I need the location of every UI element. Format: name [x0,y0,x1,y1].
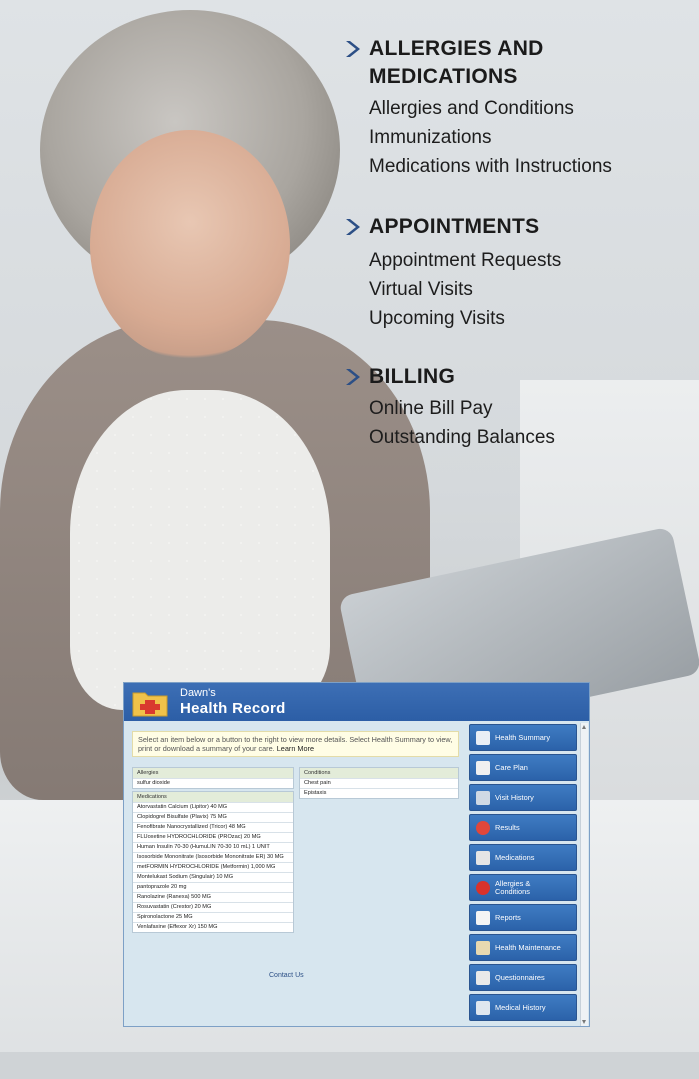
list-item[interactable]: Epistaxis [300,788,458,798]
medications-panel: Medications Atorvastatin Calcium (Lipito… [132,791,294,933]
chevron-right-icon [346,369,360,385]
results-icon [476,820,490,835]
chevron-right-icon [346,41,360,57]
list-item[interactable]: Venlafaxine (Effexor Xr) 150 MG [133,922,293,932]
nav-reports[interactable]: Reports [469,904,577,931]
list-item[interactable]: Clopidogrel Bisulfate (Plavix) 75 MG [133,812,293,822]
feature-item: Virtual Visits [369,279,473,300]
feature-item: Outstanding Balances [369,427,555,448]
list-item[interactable]: Rosuvastatin (Crestor) 20 MG [133,902,293,912]
conditions-panel: Conditions Chest pain Epistaxis [299,767,459,799]
feature-item: Allergies and Conditions [369,98,574,119]
list-item[interactable]: Ranolazine (Ranexa) 500 MG [133,892,293,902]
record-owner: Dawn's [180,687,216,699]
list-item[interactable]: Spironolactone 25 MG [133,912,293,922]
feature-appointments: APPOINTMENTS Appointment Requests Virtua… [343,214,561,333]
feature-item: Online Bill Pay [369,398,493,419]
list-item[interactable]: Chest pain [300,778,458,788]
feature-item: Immunizations [369,127,492,148]
list-item[interactable]: Human Insulin 70-30 (HumuLIN 70-30 10 mL… [133,842,293,852]
list-item[interactable]: FLUoxetine HYDROCHLORIDE (PROzac) 20 MG [133,832,293,842]
feature-allergies-medications: ALLERGIES AND MEDICATIONS Allergies and … [343,36,612,181]
feature-item: Medications with Instructions [369,156,612,177]
allergies-header: Allergies [133,768,293,778]
record-content: Select an item below or a button to the … [127,724,465,1024]
record-nav-sidebar: Health Summary Care Plan Visit History R… [467,724,578,1027]
feature-heading: ALLERGIES AND [369,37,544,60]
bottom-band [0,1052,699,1079]
scroll-down-icon[interactable] [582,1020,586,1024]
list-item[interactable]: Isosorbide Mononitrate (Isosorbide Monon… [133,852,293,862]
medical-folder-icon [132,692,168,717]
record-title: Health Record [180,700,286,717]
nav-medical-history[interactable]: Medical History [469,994,577,1021]
list-item[interactable]: pantoprazole 20 mg [133,882,293,892]
health-record-window: Dawn's Health Record Select an item belo… [123,682,590,1027]
nav-allergies-conditions[interactable]: Allergies & Conditions [469,874,577,901]
allergies-panel: Allergies sulfur dioxide [132,767,294,789]
medications-header: Medications [133,792,293,802]
health-maintenance-icon [476,940,490,955]
person-face [90,130,290,360]
conditions-header: Conditions [300,768,458,778]
feature-billing: BILLING Online Bill Pay Outstanding Bala… [343,364,555,452]
scroll-up-icon[interactable] [582,725,586,729]
pills-icon [476,850,490,865]
nav-care-plan[interactable]: Care Plan [469,754,577,781]
report-icon [476,910,490,925]
list-item[interactable]: sulfur dioxide [133,778,293,788]
chevron-right-icon [346,219,360,235]
feature-heading: BILLING [369,365,456,388]
learn-more-link[interactable]: Learn More [277,744,314,753]
info-notice: Select an item below or a button to the … [132,731,459,757]
list-item[interactable]: Fenofibrate Nanocrystallized (Tricor) 48… [133,822,293,832]
care-plan-icon [476,760,490,775]
questionnaire-icon [476,970,490,985]
feature-heading: MEDICATIONS [369,65,518,88]
health-record-header: Dawn's Health Record [124,683,589,721]
feature-item: Appointment Requests [369,250,562,271]
nav-health-summary[interactable]: Health Summary [469,724,577,751]
list-item[interactable]: Atorvastatin Calcium (Lipitor) 40 MG [133,802,293,812]
nav-visit-history[interactable]: Visit History [469,784,577,811]
nav-medications[interactable]: Medications [469,844,577,871]
people-icon [476,1000,490,1015]
nav-health-maintenance[interactable]: Health Maintenance [469,934,577,961]
nav-results[interactable]: Results [469,814,577,841]
red-cross-icon [476,880,490,895]
feature-heading: APPOINTMENTS [369,215,540,238]
list-item[interactable]: metFORMIN HYDROCHLORIDE (Metformin) 1,00… [133,862,293,872]
book-icon [476,730,490,745]
person-shirt [70,390,330,710]
feature-item: Upcoming Visits [369,308,505,329]
calendar-icon [476,790,490,805]
contact-us-link[interactable]: Contact Us [269,972,304,979]
scrollbar[interactable] [580,723,588,1026]
nav-questionnaires[interactable]: Questionnaires [469,964,577,991]
list-item[interactable]: Montelukast Sodium (Singulair) 10 MG [133,872,293,882]
